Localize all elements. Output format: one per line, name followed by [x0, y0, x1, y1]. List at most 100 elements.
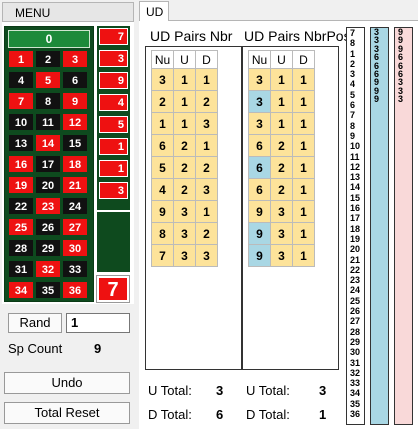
ud-nbr-u-total-label: U Total:: [148, 383, 192, 398]
strip-value: 6: [350, 100, 356, 111]
total-reset-button[interactable]: Total Reset: [4, 402, 130, 424]
number-cell-8[interactable]: 8: [35, 92, 61, 110]
strip-value: 31: [350, 357, 361, 368]
rand-input[interactable]: 1: [66, 313, 130, 333]
table-row: 931: [248, 222, 315, 245]
table-cell: 3: [248, 68, 271, 91]
number-cell-22[interactable]: 22: [8, 197, 34, 215]
strip-value: 20: [350, 244, 361, 255]
history-entry: 7: [99, 28, 128, 45]
history-entry: 4: [99, 94, 128, 111]
table-cell: 2: [270, 134, 293, 157]
table-cell: 1: [173, 112, 196, 135]
table-cell: 2: [270, 178, 293, 201]
table-cell: 3: [248, 112, 271, 135]
number-cell-0[interactable]: 0: [8, 30, 90, 48]
table-cell: 9: [248, 244, 271, 267]
number-cell-4[interactable]: 4: [8, 71, 34, 89]
table-cell: 3: [270, 222, 293, 245]
strip-value: 11: [350, 151, 360, 162]
number-cell-20[interactable]: 20: [35, 176, 61, 194]
strip-value: 3: [350, 69, 356, 80]
table-cell: 3: [270, 244, 293, 267]
d-strip: 999666333: [394, 27, 413, 425]
table-cell: 3: [173, 244, 196, 267]
number-cell-11[interactable]: 11: [35, 113, 61, 131]
number-cell-34[interactable]: 34: [8, 281, 34, 299]
strip-value: 17: [350, 213, 361, 224]
number-cell-36[interactable]: 36: [62, 281, 88, 299]
strip-value: 33: [350, 378, 361, 389]
number-cell-33[interactable]: 33: [62, 260, 88, 278]
number-cell-19[interactable]: 19: [8, 176, 34, 194]
number-cell-6[interactable]: 6: [62, 71, 88, 89]
menu-tab[interactable]: MENU: [2, 2, 134, 22]
table-row: 311: [248, 112, 315, 135]
strip-value: 1: [350, 48, 356, 59]
number-cell-2[interactable]: 2: [35, 50, 61, 68]
table-cell: 6: [248, 134, 271, 157]
number-cell-18[interactable]: 18: [62, 155, 88, 173]
strip-value: 35: [350, 398, 361, 409]
number-cell-25[interactable]: 25: [8, 218, 34, 236]
strip-value: 25: [350, 295, 361, 306]
number-cell-21[interactable]: 21: [62, 176, 88, 194]
number-cell-17[interactable]: 17: [35, 155, 61, 173]
strip-value: 14: [350, 182, 361, 193]
u-strip: 333666999: [370, 27, 389, 425]
history-column-empty: [97, 212, 130, 272]
ud-pos-title: UD Pairs NbrPos: [244, 28, 351, 44]
table-cell: 3: [195, 244, 218, 267]
strip-value: 8: [350, 120, 356, 131]
ud-pos-table-box: Nu U D 3 1 1 3 1 1 3 1 1 6 2 1 6 2 1 6 2 1 9 3 1 9 3 1 9 3 1: [242, 46, 339, 370]
number-cell-31[interactable]: 31: [8, 260, 34, 278]
number-cell-7[interactable]: 7: [8, 92, 34, 110]
rand-button[interactable]: Rand: [8, 313, 62, 333]
number-cell-14[interactable]: 14: [35, 134, 61, 152]
number-cell-30[interactable]: 30: [62, 239, 88, 257]
table-cell: 1: [292, 244, 315, 267]
table-cell: 1: [173, 68, 196, 91]
table-row: 931: [248, 200, 315, 223]
strip-value: 15: [350, 192, 361, 203]
number-cell-12[interactable]: 12: [62, 113, 88, 131]
number-cell-13[interactable]: 13: [8, 134, 34, 152]
table-cell: 2: [173, 156, 196, 179]
table-row: 621: [248, 178, 315, 201]
number-cell-35[interactable]: 35: [35, 281, 61, 299]
table-row: 311: [248, 68, 315, 91]
number-cell-32[interactable]: 32: [35, 260, 61, 278]
strip-value: 3: [398, 94, 404, 105]
number-cell-26[interactable]: 26: [35, 218, 61, 236]
table-cell: 1: [195, 68, 218, 91]
number-cell-24[interactable]: 24: [62, 197, 88, 215]
table-cell: 3: [270, 200, 293, 223]
strip-value: 9: [350, 130, 356, 141]
column-header: U: [270, 50, 293, 69]
table-cell: 8: [151, 222, 174, 245]
tab-ud[interactable]: UD: [139, 1, 169, 21]
number-cell-1[interactable]: 1: [8, 50, 34, 68]
table-cell: 3: [173, 200, 196, 223]
sp-count-label: Sp Count: [8, 341, 63, 356]
table-cell: 2: [270, 156, 293, 179]
undo-button[interactable]: Undo: [4, 372, 130, 394]
number-cell-3[interactable]: 3: [62, 50, 88, 68]
number-cell-15[interactable]: 15: [62, 134, 88, 152]
number-cell-5[interactable]: 5: [35, 71, 61, 89]
table-row: 733: [151, 244, 218, 267]
ud-nbr-table: Nu U D 3 1 1 2 1 2 1 1 3 6 2 1 5 2 2 4 2 3 9 3 1 8 3 2 7 3 3: [151, 50, 218, 267]
number-cell-16[interactable]: 16: [8, 155, 34, 173]
number-cell-23[interactable]: 23: [35, 197, 61, 215]
column-header: D: [292, 50, 315, 69]
number-cell-27[interactable]: 27: [62, 218, 88, 236]
history-entry: 5: [99, 116, 128, 133]
table-row: 621: [151, 134, 218, 157]
table-row: 423: [151, 178, 218, 201]
table-cell: 7: [151, 244, 174, 267]
table-row: 113: [151, 112, 218, 135]
number-cell-28[interactable]: 28: [8, 239, 34, 257]
number-cell-9[interactable]: 9: [62, 92, 88, 110]
number-cell-10[interactable]: 10: [8, 113, 34, 131]
number-cell-29[interactable]: 29: [35, 239, 61, 257]
